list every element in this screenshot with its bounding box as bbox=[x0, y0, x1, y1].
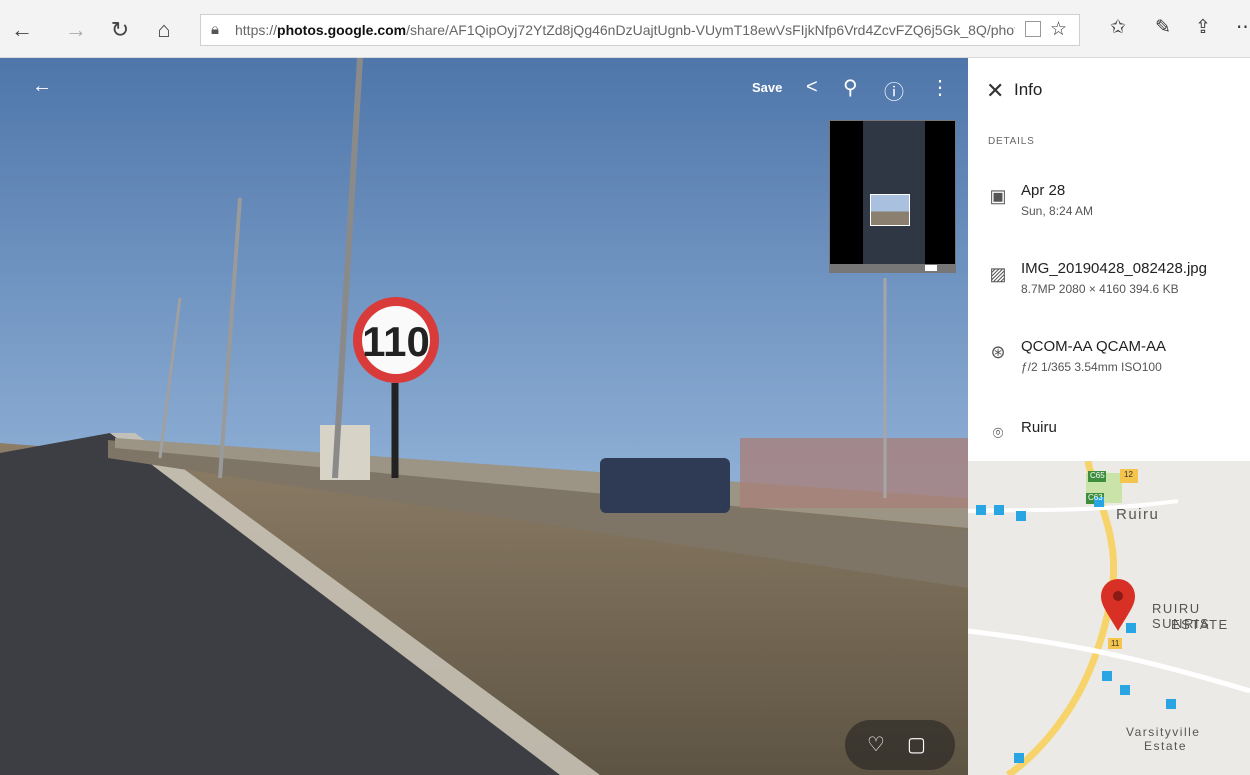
zoom-icon[interactable]: ⚲ bbox=[843, 75, 858, 100]
more-icon[interactable]: ⋯ bbox=[1236, 16, 1250, 39]
favorite-heart-icon[interactable]: ♡ bbox=[867, 732, 885, 757]
browser-toolbar: ← → ↻ ⌂ 🔒︎ https://photos.google.com/sha… bbox=[0, 0, 1250, 58]
map-label-varsityville: Varsityville bbox=[1126, 725, 1201, 739]
forward-icon[interactable]: → bbox=[62, 16, 90, 44]
road-label-11: 11 bbox=[1111, 639, 1120, 648]
road-label-12: 12 bbox=[1124, 470, 1133, 479]
map-label-ruiru: Ruiru bbox=[1116, 506, 1160, 523]
more-options-icon[interactable]: ⋮ bbox=[930, 75, 950, 100]
save-button[interactable]: Save bbox=[752, 80, 782, 95]
refresh-icon[interactable]: ↻ bbox=[106, 16, 134, 44]
location-map[interactable]: Ruiru RUIRU SUNRIS ESTATE Varsityville E… bbox=[968, 461, 1250, 775]
home-icon[interactable]: ⌂ bbox=[150, 16, 178, 44]
zoom-navigator[interactable] bbox=[829, 120, 956, 273]
comment-icon[interactable]: ▢ bbox=[907, 732, 926, 757]
lock-icon: 🔒︎ bbox=[211, 21, 219, 38]
favorites-bar-icon[interactable]: ✩ bbox=[1110, 16, 1126, 39]
road-label-c65: C65 bbox=[1090, 471, 1105, 480]
road-label-c63: C63 bbox=[1088, 493, 1103, 502]
info-icon[interactable]: ⓘ bbox=[884, 76, 904, 105]
navigator-viewport[interactable] bbox=[870, 194, 910, 226]
location-pin-icon: ⌾ bbox=[992, 423, 1004, 443]
camera-model: QCOM-AA QCAM-AA bbox=[1021, 338, 1167, 355]
map-label-varsityville-estate: Estate bbox=[1144, 739, 1188, 753]
info-panel: ✕ Info DETAILS ▣ Apr 28 Sun, 8:24 AM ▨ I… bbox=[968, 58, 1250, 775]
navigator-scrollbar[interactable] bbox=[830, 264, 955, 272]
reading-view-icon[interactable] bbox=[1025, 21, 1041, 37]
details-heading: DETAILS bbox=[988, 136, 1035, 147]
location-text: Ruiru bbox=[1021, 419, 1057, 436]
camera-settings: ƒ/2 1/365 3.54mm ISO100 bbox=[1021, 360, 1162, 374]
url-text[interactable]: https://photos.google.com/share/AF1QipOy… bbox=[235, 22, 1015, 38]
back-icon[interactable]: ← bbox=[8, 16, 36, 44]
map-label-estate: ESTATE bbox=[1171, 617, 1229, 632]
action-pill: ♡ ▢ bbox=[845, 720, 955, 770]
aperture-icon: ⊛ bbox=[990, 342, 1006, 362]
viewer-top-bar: ← Save < ⚲ ⓘ ⋮ bbox=[0, 58, 968, 118]
share-icon[interactable]: < bbox=[806, 76, 818, 99]
share-icon[interactable]: ⇪ bbox=[1195, 16, 1211, 39]
address-bar[interactable]: 🔒︎ https://photos.google.com/share/AF1Qi… bbox=[200, 14, 1080, 46]
navigator-thumb[interactable] bbox=[925, 265, 937, 271]
file-name: IMG_20190428_082428.jpg bbox=[1021, 260, 1207, 277]
close-icon[interactable]: ✕ bbox=[986, 78, 1004, 104]
favorite-star-icon[interactable]: ☆ bbox=[1050, 18, 1067, 41]
info-title: Info bbox=[1014, 80, 1043, 99]
date-text: Apr 28 bbox=[1021, 182, 1066, 199]
speed-sign-text: 110 bbox=[362, 318, 430, 365]
photo-image: 110 bbox=[0, 58, 968, 775]
image-icon: ▨ bbox=[989, 264, 1007, 284]
file-specs: 8.7MP 2080 × 4160 394.6 KB bbox=[1021, 282, 1179, 296]
photo-viewer: 110 ← Save < ⚲ ⓘ ⋮ ♡ ▢ bbox=[0, 58, 968, 775]
pen-icon[interactable]: ✎ bbox=[1155, 16, 1171, 39]
calendar-icon: ▣ bbox=[989, 186, 1007, 206]
back-arrow-icon[interactable]: ← bbox=[32, 75, 52, 98]
time-text: Sun, 8:24 AM bbox=[1021, 204, 1094, 218]
